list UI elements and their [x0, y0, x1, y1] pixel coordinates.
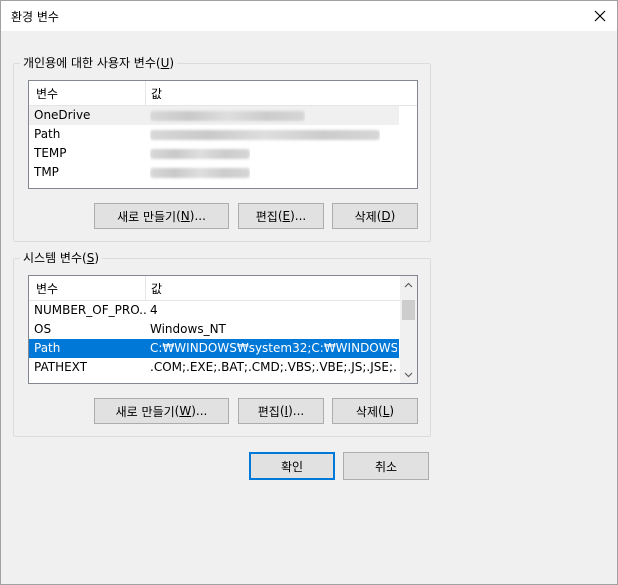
table-row[interactable]: NUMBER_OF_PRO... 4: [29, 301, 399, 320]
system-delete-button[interactable]: 삭제(L): [332, 398, 418, 424]
row-name: TEMP: [34, 146, 67, 160]
vertical-scrollbar[interactable]: [400, 276, 417, 383]
accel-key: W: [179, 404, 192, 418]
table-row-selected[interactable]: Path C:₩WINDOWS₩system32;C:₩WINDOWS;C...: [29, 339, 399, 358]
accel-key: D: [381, 209, 391, 223]
system-list-header: 변수 값: [29, 276, 417, 301]
ok-label: 확인: [280, 459, 304, 474]
row-value-redacted: [150, 163, 250, 184]
row-value-redacted: [150, 125, 380, 146]
ok-button[interactable]: 확인: [249, 452, 335, 480]
table-row[interactable]: TEMP: [29, 144, 399, 163]
column-header-name[interactable]: 변수: [36, 280, 58, 297]
environment-variables-dialog: 환경 변수 개인용에 대한 사용자 변수(U) 변수 값 OneDrive Pa…: [0, 0, 618, 585]
cancel-label: 취소: [374, 459, 398, 474]
row-name: OS: [34, 322, 52, 336]
ellipsis: ...: [292, 404, 305, 418]
system-delete-label: 삭제: [355, 404, 379, 419]
user-delete-label: 삭제: [354, 209, 377, 224]
column-header-name[interactable]: 변수: [36, 85, 58, 102]
cancel-button[interactable]: 취소: [343, 452, 429, 480]
scroll-up-button[interactable]: [400, 276, 417, 293]
row-value: .COM;.EXE;.BAT;.CMD;.VBS;.VBE;.JS;.JSE;.…: [150, 360, 397, 374]
window-title: 환경 변수: [11, 10, 59, 24]
user-variables-group: 개인용에 대한 사용자 변수(U) 변수 값 OneDrive Path TEM…: [13, 56, 431, 242]
close-icon: [594, 10, 606, 22]
scroll-down-button[interactable]: [400, 366, 417, 383]
system-edit-button[interactable]: 편집(I)...: [238, 398, 324, 424]
user-list-header: 변수 값: [29, 81, 417, 106]
row-value-redacted: [150, 106, 305, 127]
user-edit-label: 편집: [255, 209, 278, 224]
accel-key: E: [282, 209, 291, 223]
table-row[interactable]: PATHEXT .COM;.EXE;.BAT;.CMD;.VBS;.VBE;.J…: [29, 358, 399, 377]
column-separator[interactable]: [145, 276, 146, 300]
row-name: Path: [34, 127, 61, 141]
row-value-redacted: [150, 144, 250, 165]
accel-key: L: [382, 404, 390, 418]
row-name: NUMBER_OF_PRO...: [34, 303, 146, 317]
system-variables-list[interactable]: 변수 값 NUMBER_OF_PRO... 4 OS Windows_NT Pa…: [28, 275, 418, 384]
column-header-value[interactable]: 값: [151, 85, 162, 102]
system-new-button[interactable]: 새로 만들기(W)...: [94, 398, 229, 424]
user-new-label: 새로 만들기: [117, 209, 177, 224]
table-row[interactable]: OneDrive: [29, 106, 399, 125]
ellipsis: ...: [294, 209, 307, 223]
user-edit-button[interactable]: 편집(E)...: [238, 203, 324, 229]
chevron-down-icon: [404, 372, 413, 377]
system-variables-group-label: 시스템 변수(S): [20, 251, 103, 265]
row-value: 4: [150, 303, 158, 317]
table-row[interactable]: TMP: [29, 163, 399, 182]
row-name: Path: [34, 341, 61, 355]
row-name: TMP: [34, 165, 59, 179]
close-button[interactable]: [583, 1, 617, 31]
column-header-value[interactable]: 값: [151, 280, 162, 297]
row-value: Windows_NT: [150, 322, 226, 336]
user-variables-group-label: 개인용에 대한 사용자 변수(U): [20, 56, 178, 70]
title-bar: 환경 변수: [1, 1, 617, 31]
user-variables-list[interactable]: 변수 값 OneDrive Path TEMP TMP: [28, 80, 418, 189]
ellipsis: ...: [195, 404, 208, 418]
column-separator[interactable]: [145, 81, 146, 105]
user-new-button[interactable]: 새로 만들기(N)...: [94, 203, 229, 229]
scrollbar-thumb[interactable]: [402, 300, 415, 320]
row-name: PATHEXT: [34, 360, 88, 374]
user-delete-button[interactable]: 삭제(D): [332, 203, 418, 229]
accel-key: I: [284, 404, 289, 418]
table-row[interactable]: OS Windows_NT: [29, 320, 399, 339]
accel-key: N: [180, 209, 190, 223]
chevron-up-icon: [404, 282, 413, 287]
row-value: C:₩WINDOWS₩system32;C:₩WINDOWS;C...: [150, 341, 397, 355]
system-variables-group: 시스템 변수(S) 변수 값 NUMBER_OF_PRO... 4 OS Win…: [13, 251, 431, 437]
system-new-label: 새로 만들기: [115, 404, 175, 419]
ellipsis: ...: [194, 209, 206, 223]
row-name: OneDrive: [34, 108, 91, 122]
system-edit-label: 편집: [257, 404, 280, 419]
table-row[interactable]: Path: [29, 125, 399, 144]
